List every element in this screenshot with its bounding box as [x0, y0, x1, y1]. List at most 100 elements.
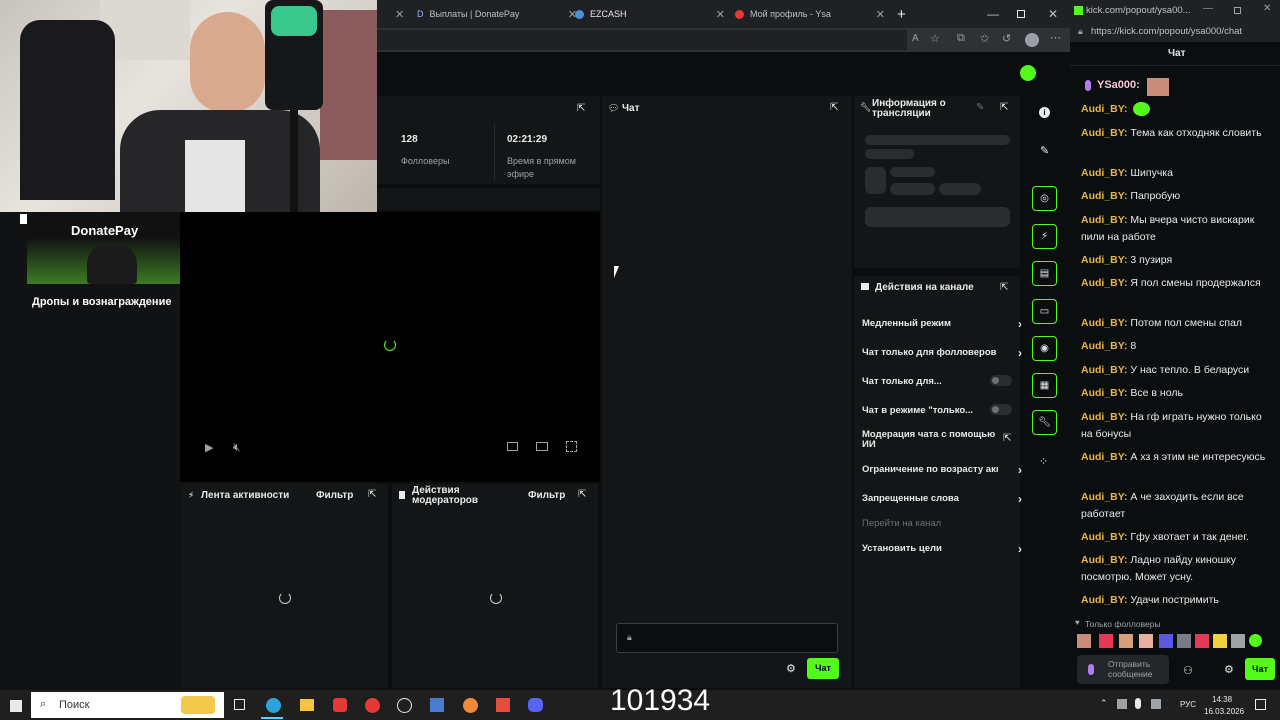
emote-icon[interactable]: [1231, 634, 1245, 648]
rail-button-layout-icon[interactable]: ▦: [1032, 373, 1057, 398]
app-icon-orange[interactable]: [463, 698, 478, 713]
rail-button-log-icon[interactable]: ▤: [1032, 261, 1057, 286]
emote-icon[interactable]: [1077, 634, 1091, 648]
settings-icon[interactable]: ⚙: [786, 662, 796, 675]
settings-icon[interactable]: ⚙: [1224, 663, 1234, 676]
close-icon[interactable]: ✕: [876, 8, 885, 21]
rail-button-wrench-icon[interactable]: 🔧︎: [1032, 410, 1057, 435]
chat-send-button[interactable]: Чат: [807, 658, 839, 679]
maximize-button[interactable]: [1017, 0, 1025, 28]
close-icon[interactable]: ✕: [716, 8, 725, 21]
app-icon-red[interactable]: [496, 698, 510, 712]
tab-ezcash[interactable]: EZCASH ✕: [575, 0, 725, 28]
steam-icon[interactable]: [397, 698, 412, 713]
action-subscribers-only[interactable]: Чат только для...: [862, 375, 1022, 387]
popout-icon[interactable]: ⇱: [577, 103, 585, 114]
action-set-goals[interactable]: Установить цели ›: [862, 542, 1022, 556]
user-avatar[interactable]: [1020, 65, 1036, 81]
extensions-icon[interactable]: ⧉: [957, 32, 965, 45]
pencil-icon[interactable]: ✎: [1040, 144, 1049, 157]
tray-mic-icon[interactable]: [1135, 698, 1141, 709]
emote-icon[interactable]: [1213, 634, 1227, 648]
tray-app-icon[interactable]: [1117, 699, 1127, 709]
windows-start-icon[interactable]: [10, 700, 22, 712]
reader-icon[interactable]: A: [912, 33, 919, 44]
toggle-switch[interactable]: [990, 375, 1012, 386]
mic-arm: [290, 110, 298, 212]
apps-icon[interactable]: ⁘: [1039, 455, 1048, 468]
emote-picker-icon[interactable]: ⚇: [1183, 664, 1193, 677]
tray-date[interactable]: 16.03.2026: [1204, 707, 1244, 716]
menu-icon[interactable]: ⋯: [1050, 31, 1061, 44]
popout-chat-input[interactable]: Отправить сообщение: [1077, 655, 1169, 684]
popout-icon[interactable]: ⇱: [578, 489, 586, 500]
tray-app-icon[interactable]: [1151, 699, 1161, 709]
emote-icon[interactable]: [1177, 634, 1191, 648]
minimize-button[interactable]: —: [1203, 3, 1213, 14]
notifications-icon[interactable]: [1255, 699, 1266, 710]
url-field[interactable]: [377, 30, 907, 50]
popout-icon[interactable]: ⇱: [1000, 102, 1008, 113]
play-icon[interactable]: ▶: [205, 441, 213, 454]
action-age-restriction[interactable]: Ограничение по возрасту акк ›: [862, 464, 1022, 478]
taskbar-search[interactable]: ⌕ Поиск: [31, 692, 224, 718]
emote-icon[interactable]: [1159, 634, 1173, 648]
profile-avatar[interactable]: [1025, 33, 1039, 47]
action-ai-moderation[interactable]: Модерация чата с помощью ИИ: [862, 430, 1002, 450]
info-icon[interactable]: i: [1039, 107, 1050, 118]
chat-text: Тема как отходняк словить: [1130, 127, 1262, 139]
activity-filter-button[interactable]: Фильтр: [316, 490, 353, 501]
tab-donatepay[interactable]: D Выплаты | DonatePay ✕: [417, 0, 577, 28]
app-icon-blue[interactable]: [430, 698, 444, 712]
toggle-switch[interactable]: [990, 404, 1012, 415]
skeleton-thumb: [865, 167, 886, 194]
popout-icon[interactable]: ⇱: [830, 102, 838, 113]
theater-icon[interactable]: [536, 442, 548, 451]
rail-button-broadcast-icon[interactable]: ◉: [1032, 336, 1057, 361]
minimize-button[interactable]: —: [987, 0, 999, 28]
popout-icon[interactable]: ⇱: [1000, 282, 1008, 293]
explorer-icon[interactable]: [300, 699, 314, 711]
tray-lang[interactable]: РУС: [1180, 700, 1196, 709]
discord-icon[interactable]: [528, 698, 543, 712]
emote-icon[interactable]: [1139, 634, 1153, 648]
tab-profile[interactable]: Мой профиль - Ysa ✕: [735, 0, 885, 28]
new-tab-button[interactable]: +: [897, 0, 906, 28]
close-window-button[interactable]: ✕: [1263, 3, 1271, 14]
action-go-to-channel[interactable]: Перейти на канал: [862, 518, 1022, 529]
popout-url-bar[interactable]: 🔒︎ https://kick.com/popout/ysa000/chat: [1070, 22, 1280, 42]
emote-icon[interactable]: [1099, 634, 1113, 648]
rail-button-target-icon[interactable]: ◎: [1032, 186, 1057, 211]
star-icon[interactable]: ☆: [930, 32, 940, 45]
tab-close-first[interactable]: ✕: [395, 0, 404, 28]
action-slow-mode[interactable]: Медленный режим ›: [862, 317, 1022, 331]
action-emote-only[interactable]: Чат в режиме "только...: [862, 404, 1022, 416]
favorites-icon[interactable]: ✩: [980, 32, 989, 45]
external-link-icon[interactable]: ⇱: [1003, 433, 1011, 444]
mute-icon[interactable]: 🔇︎: [233, 440, 241, 455]
popout-send-button[interactable]: Чат: [1245, 658, 1275, 680]
close-window-button[interactable]: ✕: [1048, 0, 1058, 28]
action-banned-words[interactable]: Запрещенные слова ›: [862, 492, 1022, 506]
emote-icon[interactable]: [1119, 634, 1133, 648]
emote-icon[interactable]: [1195, 634, 1209, 648]
rail-button-bolt-icon[interactable]: ⚡︎: [1032, 224, 1057, 249]
maximize-button[interactable]: [1234, 7, 1241, 14]
history-icon[interactable]: ↺: [1002, 32, 1011, 45]
pip-icon[interactable]: [507, 442, 518, 451]
tray-time[interactable]: 14:38: [1212, 695, 1232, 704]
dashboard-header: [377, 52, 1070, 96]
fullscreen-icon[interactable]: [566, 441, 577, 452]
task-view-icon[interactable]: [234, 699, 245, 710]
chat-input[interactable]: 🔒︎: [616, 623, 838, 653]
edit-icon[interactable]: ✎: [976, 102, 984, 113]
popout-icon[interactable]: ⇱: [368, 489, 376, 500]
action-followers-only[interactable]: Чат только для фолловеров ›: [862, 346, 1022, 360]
emote-icon[interactable]: [1249, 634, 1262, 647]
mod-filter-button[interactable]: Фильтр: [528, 490, 565, 501]
rail-button-chat-icon[interactable]: ▭: [1032, 299, 1057, 324]
tray-up-icon[interactable]: ⌃: [1100, 698, 1108, 709]
yandex-icon[interactable]: [333, 698, 347, 712]
yandex-browser-icon[interactable]: [365, 698, 380, 713]
edge-icon[interactable]: [266, 698, 281, 713]
